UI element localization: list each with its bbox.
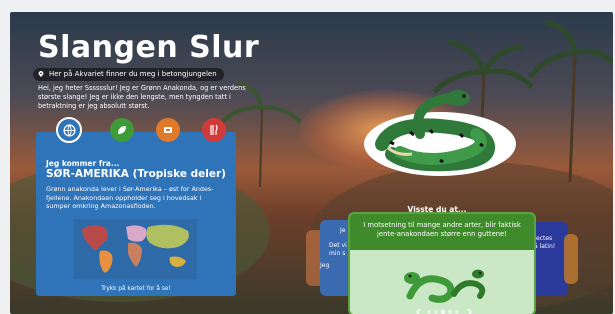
fact-card-left-text-2: Det vi xyxy=(329,242,347,249)
tab-diet[interactable] xyxy=(202,118,226,142)
carousel-pagination xyxy=(415,308,475,314)
food-bowl-icon xyxy=(164,127,172,133)
carousel-dot[interactable] xyxy=(448,310,452,314)
category-tabs xyxy=(48,117,248,143)
intro-text: Hei, jeg heter Sssssslur! Jeg er Grønn A… xyxy=(38,84,246,110)
fact-card-left-text-3: min s xyxy=(329,250,346,257)
carousel-dot-active[interactable] xyxy=(441,310,445,314)
page-title: Slangen Slur xyxy=(38,30,260,65)
anaconda-illustration xyxy=(364,90,516,176)
panel-region: SØR-AMERIKA (Tropiske deler) xyxy=(46,168,226,180)
location-pin-icon xyxy=(38,71,44,77)
tab-geography[interactable] xyxy=(56,117,82,143)
tab-habitat[interactable] xyxy=(156,118,180,142)
info-panel: Jeg kommer fra... SØR-AMERIKA (Tropiske … xyxy=(36,132,236,296)
carousel-dot[interactable] xyxy=(434,310,438,314)
fact-card-left-text-4: Jeg xyxy=(320,262,330,269)
fork-knife-icon xyxy=(210,124,218,135)
leaf-icon xyxy=(118,126,126,134)
snakes-illustration xyxy=(404,269,486,303)
location-text: Her på Akvariet finner du meg i betongju… xyxy=(49,70,217,78)
map-caption: Trykk på kartet for å se! xyxy=(101,286,171,292)
location-badge: Her på Akvariet finner du meg i betongju… xyxy=(33,68,224,81)
fact-card-right-text-1: ectes xyxy=(536,235,553,242)
panel-kicker: Jeg kommer fra... xyxy=(46,159,120,168)
jungle-scene: Slangen Slur Her på Akvariet finner du m… xyxy=(10,12,613,314)
app-frame: Slangen Slur Her på Akvariet finner du m… xyxy=(0,0,615,314)
fact-card-text: I motsetning til mange andre arter, blir… xyxy=(363,221,521,238)
panel-body: Grønn anakonda lever i Sør-Amerika – øst… xyxy=(46,185,214,211)
carousel-dot[interactable] xyxy=(427,310,431,314)
chevron-right-icon[interactable] xyxy=(465,308,473,314)
carousel-dot[interactable] xyxy=(455,310,459,314)
tab-nature[interactable] xyxy=(110,118,134,142)
fact-card-far-right[interactable] xyxy=(564,234,578,284)
globe-icon xyxy=(62,123,76,137)
chevron-left-icon[interactable] xyxy=(415,308,423,314)
fact-card-left-text-1: Je xyxy=(340,227,346,234)
world-map[interactable] xyxy=(74,219,197,279)
fact-card-right-text-2: å latin! xyxy=(534,243,556,250)
fact-card-active[interactable]: I motsetning til mange andre arter, blir… xyxy=(348,212,536,314)
